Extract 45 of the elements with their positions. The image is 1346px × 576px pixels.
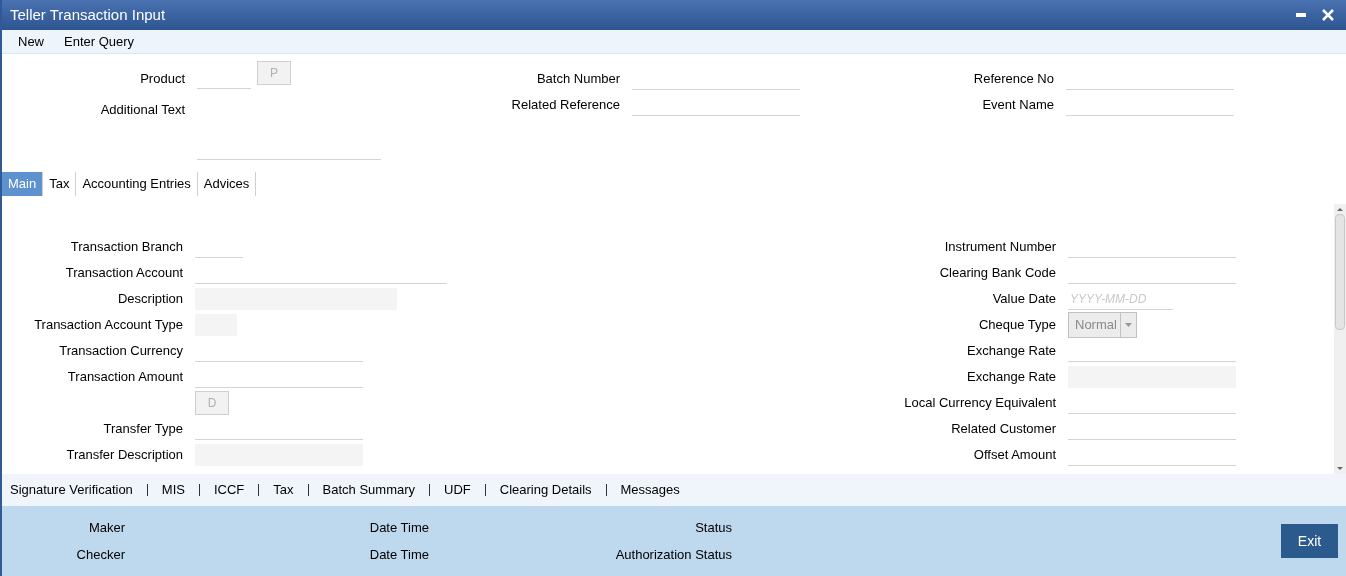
window-title: Teller Transaction Input	[10, 4, 166, 25]
field-label: Offset Amount	[972, 446, 1056, 465]
field-label: Additional Text	[99, 101, 185, 119]
field-label: Transfer Description	[65, 446, 183, 465]
footer-link[interactable]: MIS	[161, 480, 185, 500]
field-label: Transaction Account Type	[33, 316, 183, 335]
audit-label: Date Time	[368, 519, 429, 537]
field-label: Reference No	[972, 70, 1054, 89]
field-label: Cheque Type	[977, 316, 1056, 335]
field-label: Transaction Amount	[66, 368, 183, 387]
field-label: Transaction Currency	[58, 342, 183, 361]
audit-label: Checker	[75, 545, 125, 564]
field-label: Value Date	[991, 290, 1056, 309]
field-label: Transaction Branch	[69, 238, 183, 257]
field-label: Related Customer	[950, 420, 1056, 439]
footer-link[interactable]: UDF	[444, 480, 471, 500]
footer-link[interactable]: Messages	[620, 480, 680, 500]
field-label: Exchange Rate	[966, 368, 1056, 387]
footer-link[interactable]: Signature Verification	[10, 480, 133, 500]
audit-label: Maker	[87, 519, 125, 537]
footer-link[interactable]: Batch Summary	[322, 480, 416, 500]
field-label: Event Name	[981, 96, 1054, 115]
audit-label: Authorization Status	[614, 545, 732, 564]
footer-link[interactable]: Tax	[273, 480, 294, 500]
field-label: Transaction Account	[64, 264, 183, 283]
field-label: Batch Number	[535, 70, 620, 89]
field-label: Instrument Number	[943, 238, 1056, 257]
field-label: Transfer Type	[102, 420, 183, 439]
minimize-icon[interactable]	[1296, 13, 1306, 17]
field-label: Related Reference	[510, 96, 620, 115]
scrollbar[interactable]	[1334, 204, 1346, 474]
field-label: Local Currency Equivalent	[903, 394, 1056, 413]
field-label: Exchange Rate	[966, 342, 1056, 361]
caret-icon	[1125, 323, 1132, 327]
menu-item[interactable]: Enter Query	[54, 31, 145, 52]
audit-label: Date Time	[368, 545, 429, 564]
exit-button[interactable]: Exit	[1281, 524, 1338, 558]
field-label: Clearing Bank Code	[938, 264, 1056, 283]
footer-link[interactable]: ICCF	[214, 480, 245, 500]
field-label: Description	[116, 290, 183, 309]
audit-label: Status	[694, 519, 732, 537]
close-icon[interactable]	[1322, 9, 1334, 21]
footer-link[interactable]: Clearing Details	[499, 480, 592, 500]
field-label: Product	[139, 70, 185, 89]
menu-item[interactable]: New	[8, 31, 54, 52]
